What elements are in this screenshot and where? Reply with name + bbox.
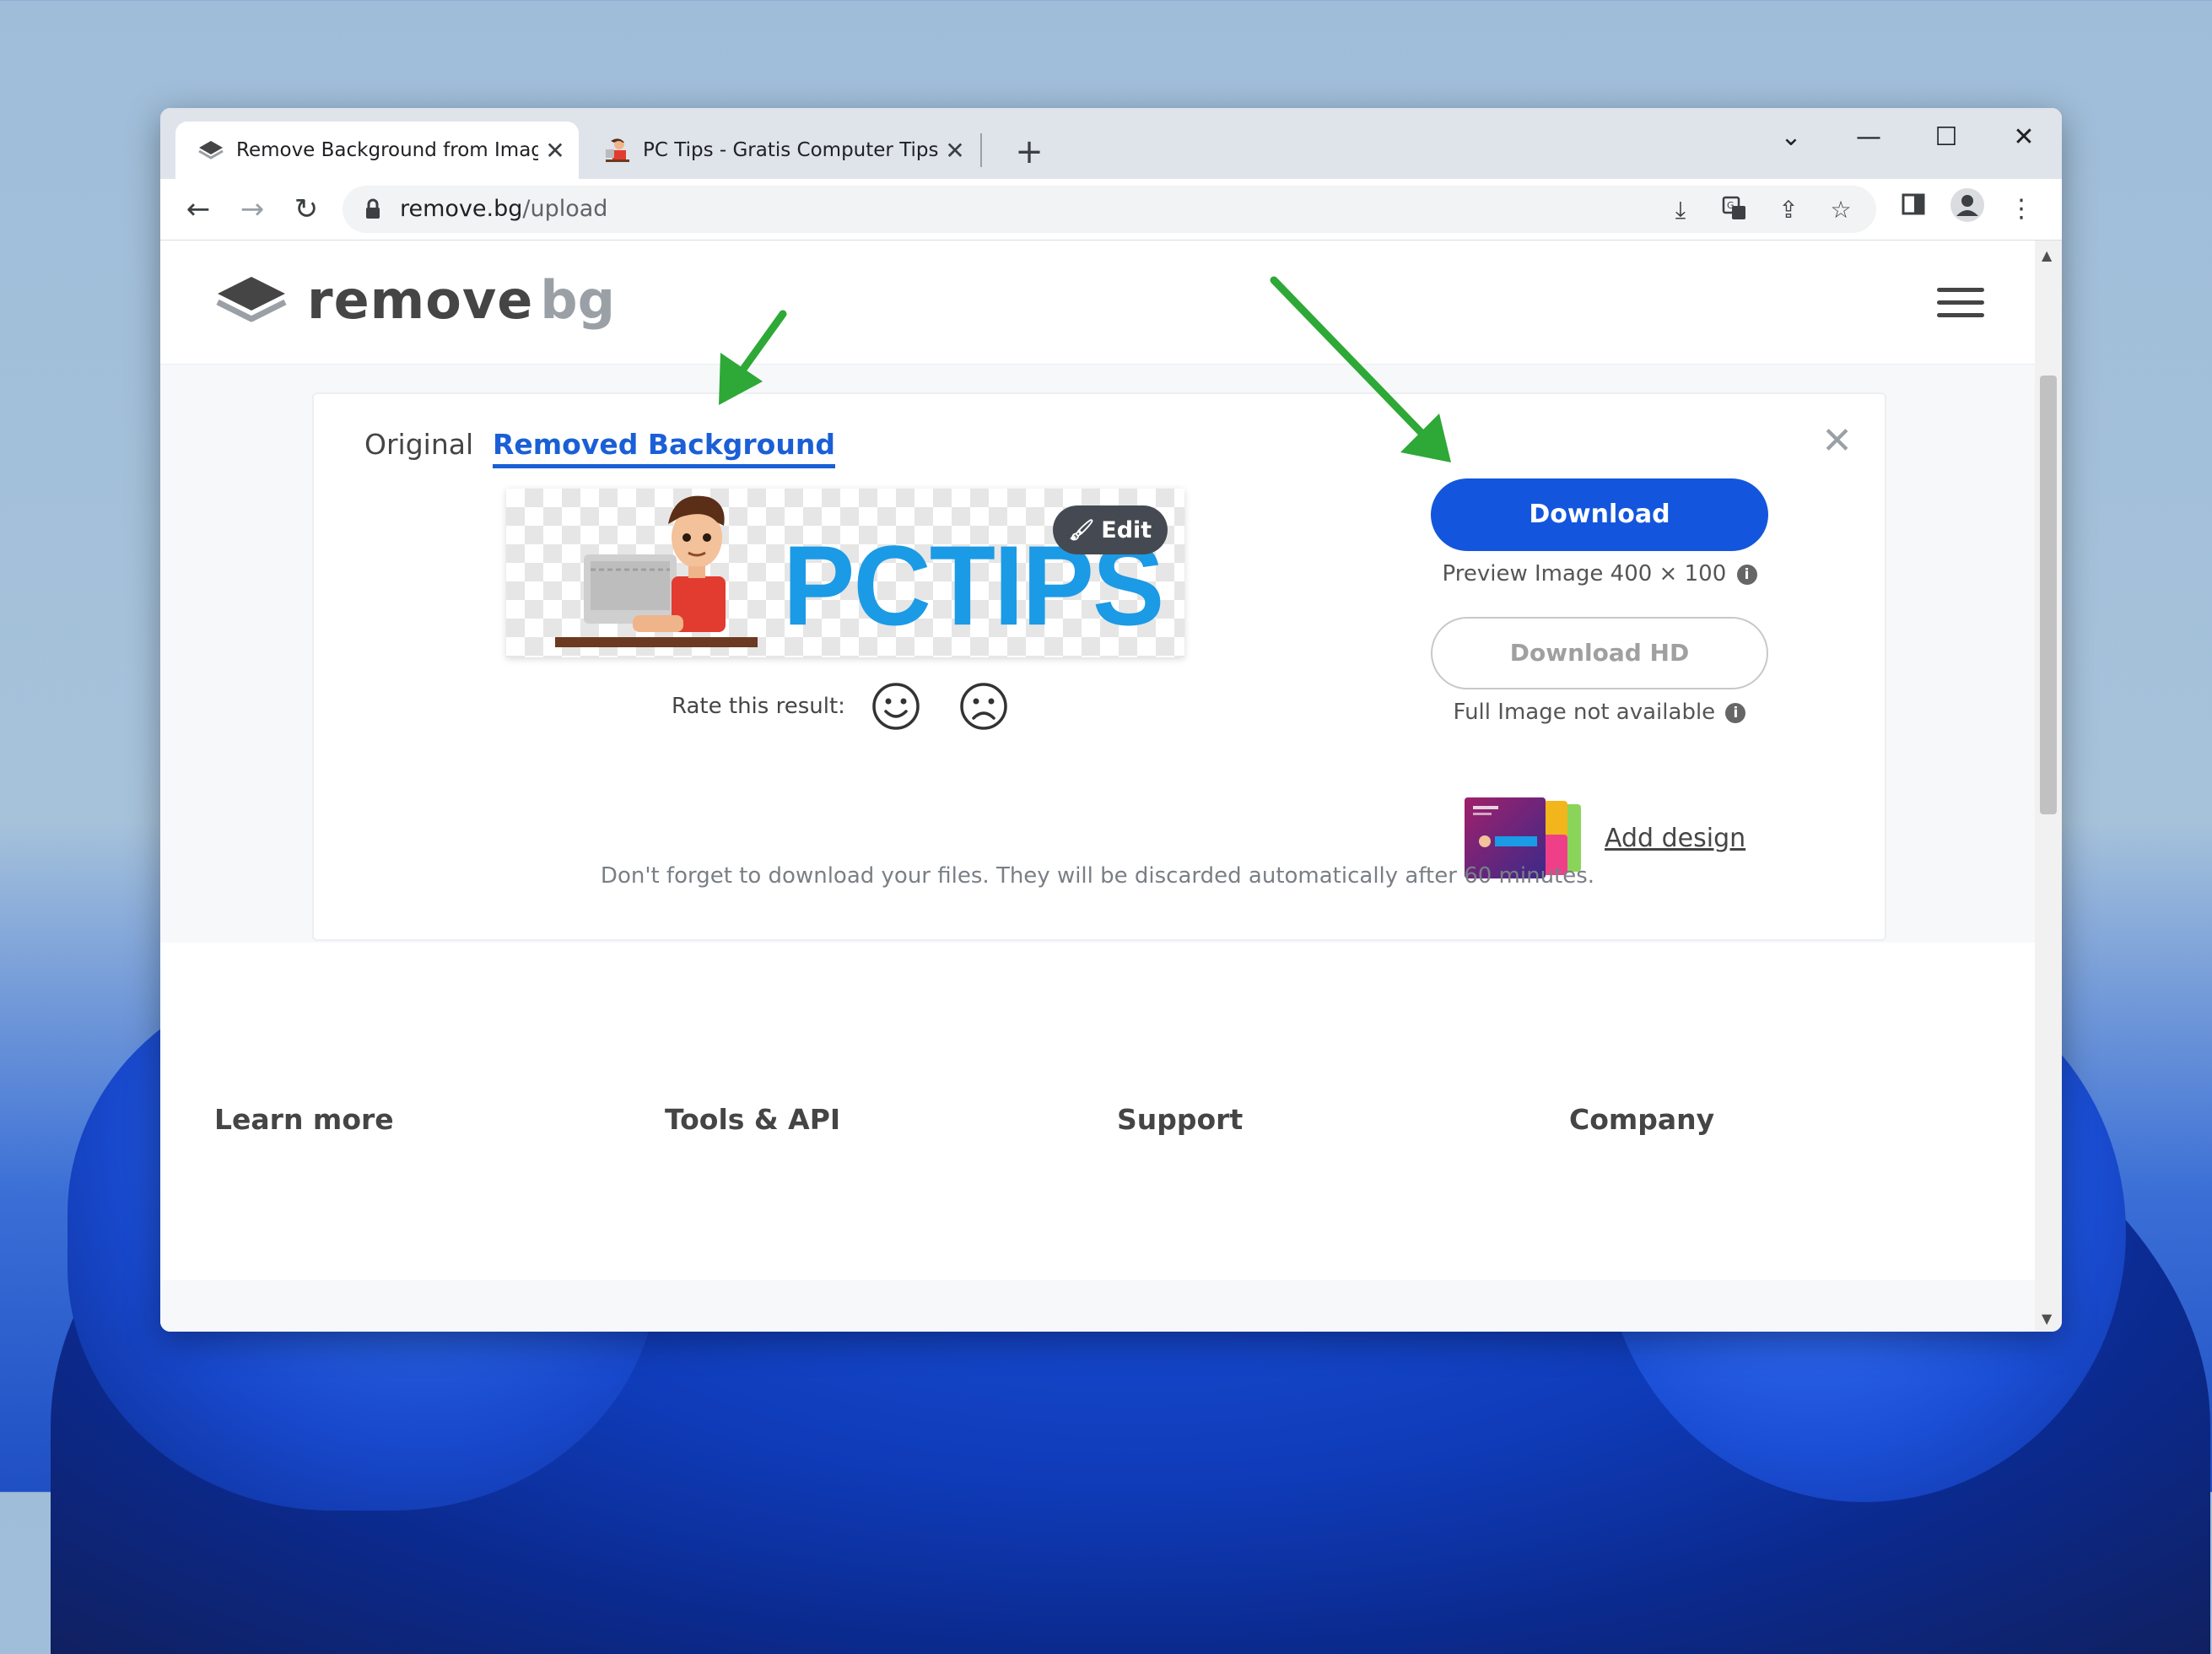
tab-close-icon[interactable]: ✕ — [938, 137, 972, 165]
info-icon[interactable]: i — [1725, 702, 1746, 723]
share-icon[interactable]: ⇪ — [1773, 196, 1804, 224]
browser-window: Remove Background from Image ✕ PC Tips -… — [160, 108, 2062, 1332]
tab-separator — [980, 133, 982, 167]
install-app-icon[interactable]: ⤓ — [1665, 196, 1696, 224]
side-panel-icon[interactable] — [1891, 187, 1935, 231]
page-viewport: remove bg Original Removed Background ✕ — [160, 241, 2035, 1332]
translate-icon[interactable]: G — [1719, 196, 1750, 224]
info-icon[interactable]: i — [1736, 564, 1757, 585]
url-text: remove.bg/upload — [400, 186, 607, 233]
footer-tools-api[interactable]: Tools & API — [665, 1103, 840, 1136]
tab-title: PC Tips - Gratis Computer Tips, i — [643, 139, 938, 161]
preview-size-text: Preview Image 400 × 100 — [1442, 561, 1727, 586]
tab-remove-bg[interactable]: Remove Background from Image ✕ — [175, 122, 579, 179]
address-bar[interactable]: remove.bg/upload ⤓ G ⇪ ☆ — [343, 186, 1876, 233]
preview-size-info: Preview Image 400 × 100 i — [1431, 561, 1768, 586]
site-footer: Learn more Tools & API Support Company — [160, 943, 2035, 1280]
logo-word-remove: remove — [307, 269, 534, 331]
reload-icon[interactable]: ↻ — [282, 186, 331, 233]
hamburger-menu-icon[interactable] — [1937, 288, 1984, 317]
result-card: Original Removed Background ✕ PCTIPS 🖌 E… — [312, 392, 1886, 941]
sad-face-icon[interactable] — [958, 681, 1009, 732]
full-image-text: Full Image not available — [1453, 700, 1716, 725]
tab-strip: Remove Background from Image ✕ PC Tips -… — [160, 108, 2062, 179]
full-image-info: Full Image not available i — [1431, 700, 1768, 725]
brush-icon: 🖌 — [1068, 518, 1095, 542]
add-design-link[interactable]: Add design — [1605, 824, 1745, 853]
svg-text:G: G — [1727, 200, 1735, 211]
url-host: remove.bg — [400, 196, 523, 222]
rate-label: Rate this result: — [672, 694, 845, 719]
pctips-favicon-icon — [601, 138, 634, 163]
edit-button[interactable]: 🖌 Edit — [1053, 505, 1168, 554]
tab-close-icon[interactable]: ✕ — [538, 137, 572, 165]
footer-support[interactable]: Support — [1117, 1103, 1243, 1136]
close-icon[interactable]: ✕ — [1821, 419, 1853, 462]
browser-menu-icon[interactable]: ⋮ — [1999, 187, 2043, 231]
tab-original[interactable]: Original — [364, 428, 473, 461]
download-button[interactable]: Download — [1431, 478, 1768, 551]
rating-row: Rate this result: — [672, 681, 1046, 732]
new-tab-button[interactable]: + — [1004, 127, 1055, 177]
removebg-favicon-icon — [194, 139, 228, 161]
tab-search-chevron-icon[interactable]: ⌄ — [1753, 108, 1829, 167]
happy-face-icon[interactable] — [871, 681, 921, 732]
download-hd-button[interactable]: Download HD — [1431, 617, 1768, 689]
minimize-icon[interactable]: — — [1831, 108, 1907, 167]
site-logo[interactable]: remove bg — [214, 269, 615, 331]
browser-toolbar: ← → ↻ remove.bg/upload ⤓ G ⇪ ☆ ⋮ — [160, 179, 2062, 241]
edit-label: Edit — [1101, 516, 1152, 543]
window-close-icon[interactable]: ✕ — [1986, 108, 2062, 167]
scroll-up-arrow-icon[interactable]: ▲ — [2042, 247, 2052, 263]
lock-icon — [366, 198, 380, 219]
discard-note: Don't forget to download your files. The… — [600, 863, 1595, 889]
logo-word-bg: bg — [540, 269, 616, 331]
scroll-thumb[interactable] — [2040, 376, 2057, 814]
footer-company[interactable]: Company — [1569, 1103, 1714, 1136]
pctips-mascot-icon — [555, 495, 758, 647]
url-path: /upload — [522, 196, 608, 222]
bookmark-star-icon[interactable]: ☆ — [1826, 196, 1856, 224]
page-scrollbar[interactable]: ▲ ▼ — [2035, 241, 2062, 1332]
back-icon[interactable]: ← — [174, 186, 223, 233]
footer-learn-more[interactable]: Learn more — [214, 1103, 394, 1136]
tab-pc-tips[interactable]: PC Tips - Gratis Computer Tips, i ✕ — [582, 122, 979, 179]
scroll-down-arrow-icon[interactable]: ▼ — [2042, 1311, 2052, 1327]
profile-avatar-icon[interactable] — [1945, 187, 1989, 231]
result-preview-image: PCTIPS 🖌 Edit — [506, 489, 1184, 657]
site-header: remove bg — [160, 241, 2035, 365]
forward-icon[interactable]: → — [228, 186, 277, 233]
removebg-logo-icon — [216, 276, 287, 322]
tab-title: Remove Background from Image — [236, 139, 538, 161]
maximize-icon[interactable]: ☐ — [1908, 108, 1984, 167]
tab-removed-background[interactable]: Removed Background — [493, 428, 835, 468]
